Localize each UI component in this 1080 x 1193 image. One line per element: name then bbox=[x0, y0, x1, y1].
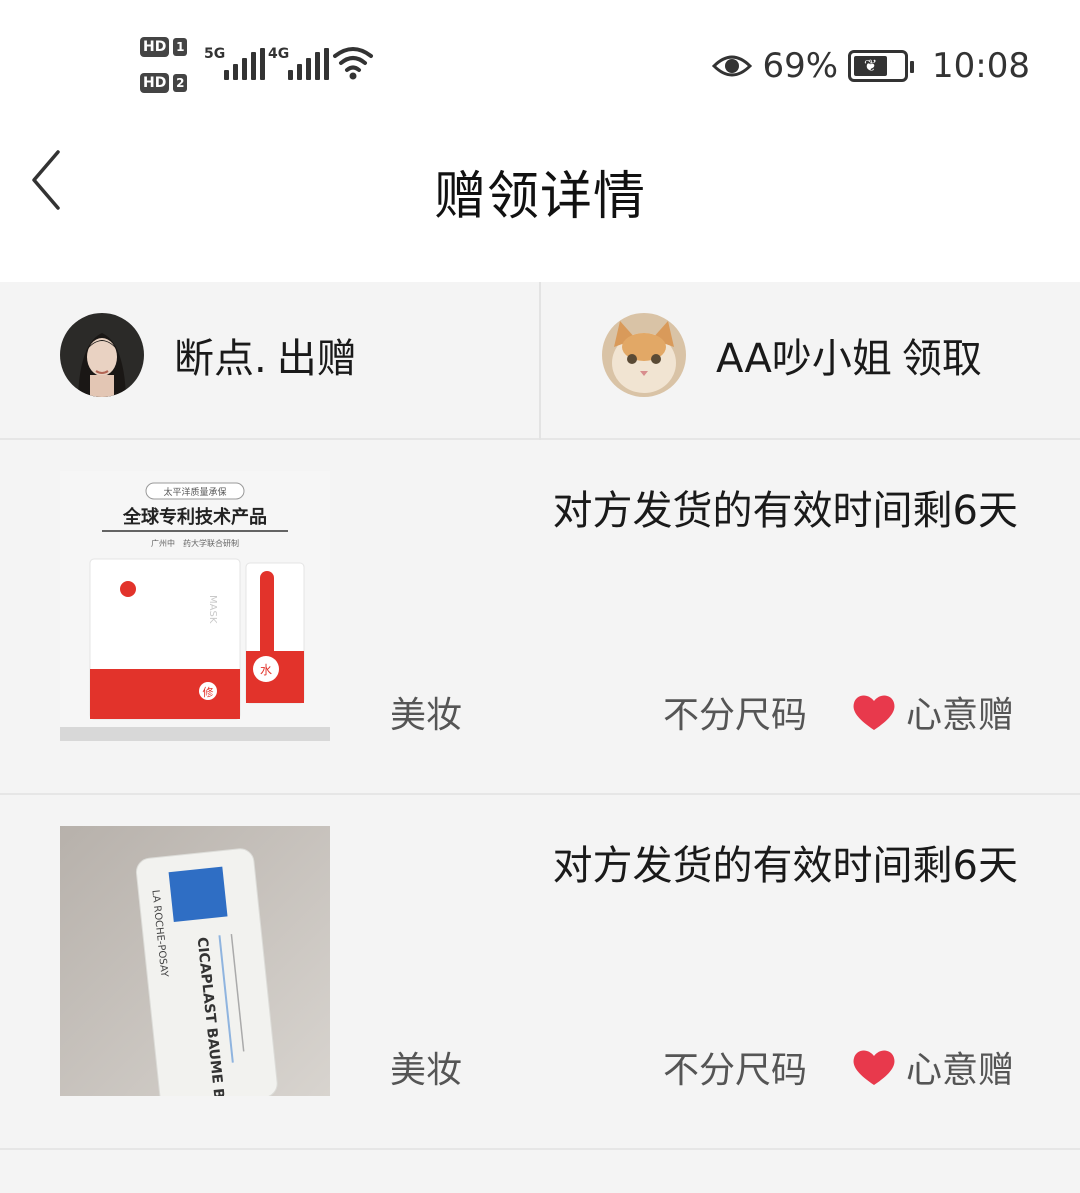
svg-text:水: 水 bbox=[260, 663, 272, 677]
item-size: 不分尺码 bbox=[663, 695, 808, 736]
item-category: 美妆 bbox=[390, 1050, 463, 1091]
gift-item[interactable]: 太平洋质量承保 全球专利技术产品 广州中 药大学联合研制 MASK 修 水 对方… bbox=[0, 440, 1080, 795]
nav-header: 赠领详情 bbox=[0, 120, 1080, 282]
page-title: 赠领详情 bbox=[433, 167, 646, 227]
receiver-user[interactable]: AA吵小姐 领取 bbox=[602, 312, 982, 398]
giver-action: 出赠 bbox=[276, 336, 357, 382]
status-right: 69% ❦ 10:08 bbox=[712, 44, 1030, 88]
ship-deadline: 对方发货的有效时间剩6天 bbox=[552, 843, 1018, 889]
gift-type-label: 心意赠 bbox=[906, 695, 1015, 736]
svg-text:全球专利技术产品: 全球专利技术产品 bbox=[122, 506, 267, 528]
users-row: 断点. 出赠 AA吵小姐 领取 bbox=[0, 282, 1080, 440]
ship-deadline: 对方发货的有效时间剩6天 bbox=[552, 488, 1018, 534]
item-category: 美妆 bbox=[390, 695, 463, 736]
svg-text:太平洋质量承保: 太平洋质量承保 bbox=[163, 486, 226, 498]
sim2-network-label: 4G bbox=[268, 46, 290, 62]
giver-user[interactable]: 断点. 出赠 bbox=[60, 312, 357, 398]
heart-icon bbox=[853, 1050, 895, 1085]
wifi-icon bbox=[333, 47, 373, 80]
product-image-mask: 太平洋质量承保 全球专利技术产品 广州中 药大学联合研制 MASK 修 水 bbox=[60, 471, 330, 741]
sim2-signal-icon bbox=[288, 48, 329, 80]
sim2-hd-badge: HD 2 bbox=[140, 72, 192, 94]
clock: 10:08 bbox=[932, 46, 1030, 86]
svg-text:修: 修 bbox=[203, 685, 214, 699]
gift-item[interactable]: LA ROCHE-POSAY CICAPLAST BAUME B5 对方发货的有… bbox=[0, 795, 1080, 1150]
sim1-signal-icon bbox=[224, 48, 265, 80]
giver-avatar bbox=[60, 313, 144, 397]
eye-icon bbox=[712, 55, 753, 77]
gift-type: 心意赠 bbox=[852, 686, 1014, 738]
giver-name: 断点. bbox=[174, 336, 267, 382]
svg-text:广州中 药大学联合研制: 广州中 药大学联合研制 bbox=[151, 538, 239, 548]
status-bar: HD 1 HD 2 5G 4G 69% ❦ 10:08 bbox=[0, 0, 1080, 120]
receiver-action: 领取 bbox=[901, 336, 982, 382]
users-divider bbox=[539, 282, 541, 440]
receiver-avatar bbox=[602, 313, 686, 397]
battery-percent: 69% bbox=[762, 46, 839, 86]
product-image-cream: LA ROCHE-POSAY CICAPLAST BAUME B5 bbox=[60, 826, 330, 1096]
gift-type: 心意赠 bbox=[852, 1041, 1014, 1093]
gift-type-label: 心意赠 bbox=[906, 1050, 1015, 1091]
sim1-hd-badge: HD 1 bbox=[140, 36, 192, 58]
heart-icon bbox=[853, 695, 895, 730]
sim1-network-label: 5G bbox=[204, 46, 226, 62]
receiver-name: AA吵小姐 bbox=[716, 336, 892, 382]
battery-icon: ❦ bbox=[848, 50, 915, 82]
item-size: 不分尺码 bbox=[663, 1050, 808, 1091]
svg-text:MASK: MASK bbox=[207, 595, 218, 624]
